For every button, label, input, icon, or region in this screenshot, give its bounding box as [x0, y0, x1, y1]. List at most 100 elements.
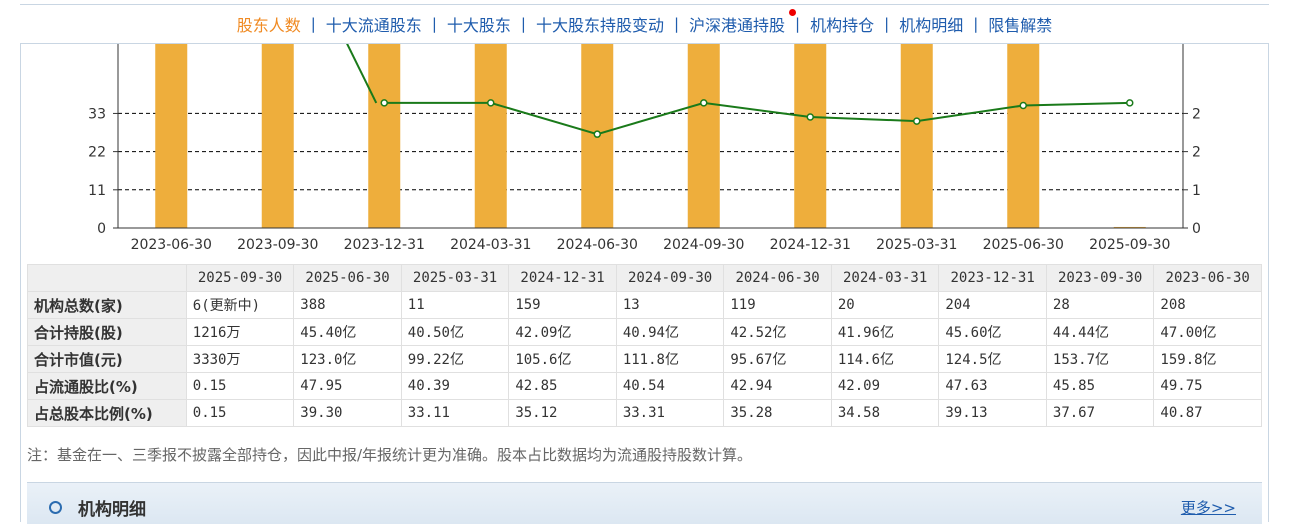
table-cell: 111.8亿: [615, 345, 725, 373]
x-tick-label: 2025-09-30: [1089, 237, 1170, 253]
table-cell: 159.8亿: [1153, 345, 1262, 373]
table-cell: 45.85: [1045, 372, 1155, 400]
table-cell: 6(更新中): [185, 291, 295, 319]
table-cell: 40.94亿: [615, 318, 725, 346]
table-cell: 35.12: [508, 399, 617, 427]
bar: [368, 44, 401, 228]
table-cell: 124.5亿: [938, 345, 1047, 373]
tab-5[interactable]: 机构持仓: [808, 12, 876, 36]
table-cell: 3330万: [185, 345, 295, 373]
table-cell: 39.13: [938, 399, 1047, 427]
table-cell: 33.31: [615, 399, 725, 427]
right-tick-label: 0: [1192, 221, 1201, 237]
left-tick-label: 11: [88, 183, 106, 199]
table-cell: 47.00亿: [1153, 318, 1262, 346]
table-row: 合计持股(股) 1216万 45.40亿 40.50亿 42.09亿 40.94亿 42.5…: [27, 318, 1262, 346]
tab-7[interactable]: 限售解禁: [986, 12, 1054, 36]
table-cell: 123.0亿: [293, 345, 402, 373]
line-point: [913, 117, 921, 125]
x-tick-label: 2025-06-30: [983, 237, 1064, 253]
column-header: 2024-03-31: [830, 264, 940, 292]
column-header: 2024-06-30: [723, 264, 832, 292]
line-point: [487, 99, 495, 107]
table-cell: 42.85: [508, 372, 617, 400]
row-label: 合计持股(股): [27, 318, 187, 346]
table-row: 机构总数(家) 6(更新中) 388 11 159 13 119 20 204 28 208: [27, 291, 1262, 319]
table-cell: 41.96亿: [830, 318, 940, 346]
tab-0[interactable]: 股东人数: [235, 12, 303, 36]
footnote: 注：基金在一、三季报不披露全部持仓，因此中报/年报统计更为准确。股本占比数据均为…: [27, 446, 753, 464]
table-cell: 40.50亿: [400, 318, 510, 346]
x-tick-label: 2024-06-30: [557, 237, 638, 253]
tab-separator: |: [310, 15, 316, 33]
table-cell: 95.67亿: [723, 345, 832, 373]
row-label: 合计市值(元): [27, 345, 187, 373]
tab-3[interactable]: 十大股东持股变动: [534, 12, 666, 36]
left-tick-label: 0: [97, 221, 106, 237]
table-row: 占流通股比(%) 0.15 47.95 40.39 42.85 40.54 42.94 42.…: [27, 372, 1262, 400]
more-link[interactable]: 更多>>: [1181, 497, 1236, 518]
table-cell: 42.09亿: [508, 318, 617, 346]
table-cell: 159: [508, 291, 617, 319]
tab-1[interactable]: 十大流通股东: [324, 12, 424, 36]
bar: [687, 44, 720, 228]
x-tick-label: 2024-03-31: [450, 237, 531, 253]
table-cell: 42.94: [723, 372, 832, 400]
column-header: 2023-06-30: [1153, 264, 1262, 292]
tab-6[interactable]: 机构明细: [897, 12, 965, 36]
left-tick-label: 22: [88, 145, 106, 161]
column-header: 2024-12-31: [508, 264, 617, 292]
tab-separator: |: [884, 15, 890, 33]
holding-table: 2025-09-30 2025-06-30 2025-03-31 2024-12-31…: [27, 264, 1262, 427]
column-header: 2023-09-30: [1045, 264, 1155, 292]
circle-bullet-icon: [49, 501, 62, 514]
row-label: 占总股本比例(%): [27, 399, 187, 427]
section-header: 机构明细 更多>>: [27, 482, 1262, 524]
table-cell: 39.30: [293, 399, 402, 427]
table-cell: 0.15: [185, 372, 295, 400]
table-row: 合计市值(元) 3330万 123.0亿 99.22亿 105.6亿 111.8亿 95.6…: [27, 345, 1262, 373]
table-cell: 119: [723, 291, 832, 319]
table-cell: 47.95: [293, 372, 402, 400]
table-cell: 40.39: [400, 372, 510, 400]
table-cell: 1216万: [185, 318, 295, 346]
table-cell: 153.7亿: [1045, 345, 1155, 373]
table-cell: 0.15: [185, 399, 295, 427]
table-cell: 40.54: [615, 372, 725, 400]
table-cell: 204: [938, 291, 1047, 319]
section-title: 机构明细: [78, 500, 146, 520]
table-header-row: 2025-09-30 2025-06-30 2025-03-31 2024-12-31…: [27, 264, 1262, 292]
table-cell: 40.87: [1153, 399, 1262, 427]
table-cell: 45.40亿: [293, 318, 402, 346]
table-cell: 13: [615, 291, 725, 319]
bar: [1007, 44, 1040, 228]
table-cell: 114.6亿: [830, 345, 940, 373]
bar: [474, 44, 507, 228]
line-point: [1019, 101, 1027, 110]
x-tick-label: 2023-06-30: [131, 237, 212, 253]
tab-separator: |: [431, 15, 437, 33]
table-cell: 34.58: [830, 399, 940, 427]
right-tick-label: 1: [1192, 183, 1201, 199]
table-cell: 44.44亿: [1045, 318, 1155, 346]
x-tick-label: 2023-09-30: [237, 237, 318, 253]
bar: [261, 44, 294, 228]
tab-separator: |: [795, 15, 801, 33]
tab-2[interactable]: 十大股东: [445, 12, 513, 36]
x-tick-label: 2023-12-31: [344, 237, 425, 253]
column-header: 2024-09-30: [615, 264, 725, 292]
table-cell: 47.63: [938, 372, 1047, 400]
table-cell: 37.67: [1045, 399, 1155, 427]
line-point: [806, 113, 814, 121]
bar: [794, 44, 827, 228]
table-cell: 33.11: [400, 399, 510, 427]
table-cell: 49.75: [1153, 372, 1262, 400]
table-cell: 42.09: [830, 372, 940, 400]
table-cell: 28: [1045, 291, 1155, 319]
column-header: 2025-06-30: [293, 264, 402, 292]
column-header: 2025-03-31: [400, 264, 510, 292]
row-label: 占流通股比(%): [27, 372, 187, 400]
line-point: [1126, 99, 1134, 107]
tab-4[interactable]: 沪深港通持股: [687, 9, 797, 36]
table-row: 占总股本比例(%) 0.15 39.30 33.11 35.12 33.31 35.28 34…: [27, 399, 1262, 427]
